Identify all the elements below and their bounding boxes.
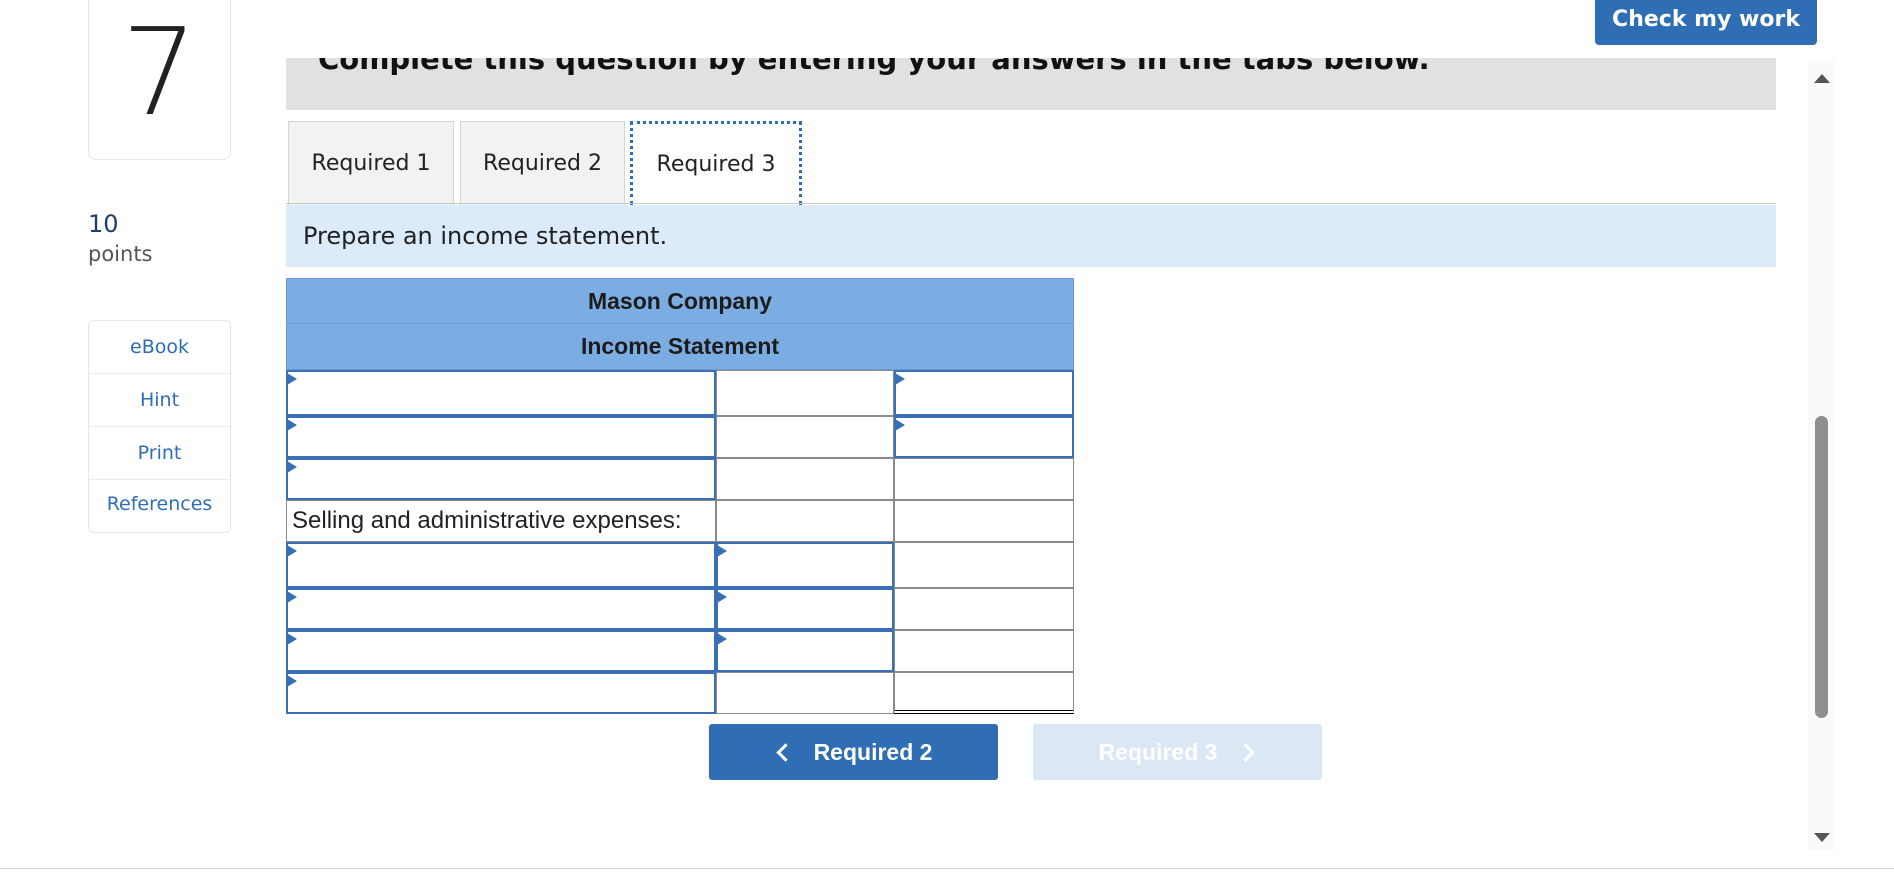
total-amount-input[interactable]	[894, 370, 1074, 416]
next-required-3-button: Required 3	[1033, 724, 1322, 780]
scrollbar-thumb[interactable]	[1815, 416, 1828, 718]
ebook-link[interactable]: eBook	[89, 321, 230, 374]
amount-cell	[716, 416, 894, 458]
tab-required-1[interactable]: Required 1	[288, 121, 454, 205]
expense-label-input[interactable]	[286, 588, 716, 630]
company-name: Mason Company	[286, 278, 1074, 324]
bottom-divider	[0, 868, 1894, 869]
question-number: 7	[121, 4, 198, 143]
hint-link[interactable]: Hint	[89, 374, 230, 427]
total-cell	[894, 542, 1074, 588]
expense-amount-input[interactable]	[716, 542, 894, 588]
tools-panel: eBook Hint Print References	[88, 320, 231, 533]
total-amount-input[interactable]	[894, 416, 1074, 458]
selling-admin-expenses-label: Selling and administrative expenses:	[292, 507, 682, 534]
prev-button-label: Required 2	[813, 738, 933, 765]
expense-label-input[interactable]	[286, 630, 716, 672]
points-label: points	[88, 242, 153, 266]
chevron-right-icon	[1236, 742, 1256, 762]
line-item-label-input[interactable]	[286, 458, 716, 500]
expense-amount-input[interactable]	[716, 588, 894, 630]
instruction-text: Complete this question by entering your …	[318, 58, 1430, 76]
amount-cell	[716, 500, 894, 542]
expense-label-input[interactable]	[286, 542, 716, 588]
amount-cell	[716, 458, 894, 500]
scroll-down-arrow-icon[interactable]	[1814, 833, 1830, 842]
line-item-label-input[interactable]	[286, 370, 716, 416]
print-link[interactable]: Print	[89, 427, 230, 480]
total-cell	[894, 630, 1074, 672]
income-statement: Mason Company Income Statement Selling a…	[286, 278, 1074, 798]
prev-required-2-button[interactable]: Required 2	[709, 724, 998, 780]
scroll-up-arrow-icon[interactable]	[1814, 74, 1830, 83]
statement-title: Income Statement	[286, 324, 1074, 370]
amount-cell	[716, 370, 894, 416]
total-cell	[894, 458, 1074, 500]
amount-cell	[716, 672, 894, 714]
instruction-banner: Complete this question by entering your …	[286, 58, 1776, 110]
next-button-label: Required 3	[1098, 738, 1218, 765]
tab-required-3[interactable]: Required 3	[630, 121, 802, 205]
tab-required-2[interactable]: Required 2	[460, 121, 625, 205]
total-cell	[894, 588, 1074, 630]
net-income-label-input[interactable]	[286, 672, 716, 714]
chevron-left-icon	[775, 742, 795, 762]
prompt-text: Prepare an income statement.	[286, 205, 1776, 267]
expense-amount-input[interactable]	[716, 630, 894, 672]
total-cell	[894, 500, 1074, 542]
line-item-label-input[interactable]	[286, 416, 716, 458]
question-number-box: 7	[88, 0, 231, 160]
check-my-work-button[interactable]: Check my work	[1595, 0, 1817, 45]
points-value: 10	[88, 210, 119, 238]
references-link[interactable]: References	[89, 480, 230, 532]
tab-divider	[286, 203, 1776, 204]
selling-admin-expenses-row: Selling and administrative expenses:	[286, 500, 716, 542]
net-income-total-cell	[894, 672, 1074, 714]
